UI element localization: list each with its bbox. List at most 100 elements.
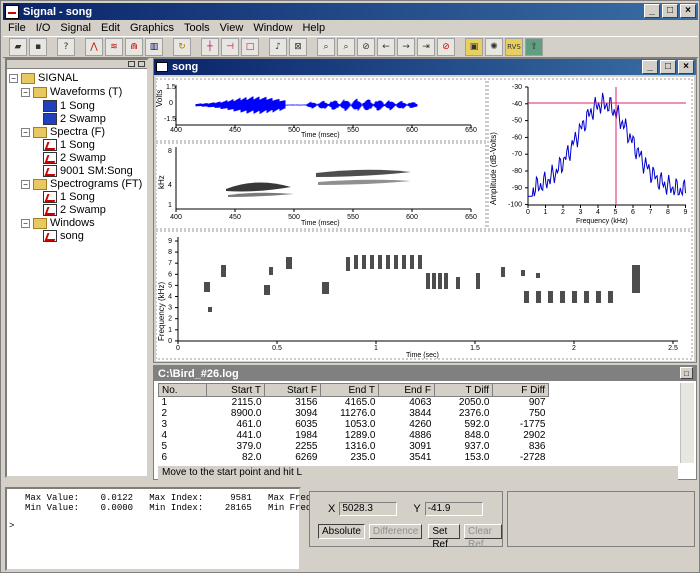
table-cell: 461.0: [236, 419, 262, 430]
table-row[interactable]: 4 441.0 1984 1289.0 4886 848.0 2902: [159, 430, 549, 441]
spectrogram-syllable: [378, 255, 382, 269]
tree-spectrum-9001[interactable]: 9001 SM:Song: [43, 165, 133, 177]
sg-small-xtick: 500: [288, 214, 300, 221]
console-prompt[interactable]: >: [9, 521, 14, 531]
close-button[interactable]: ×: [680, 4, 696, 18]
tree-spectrogram-1[interactable]: 1 Song: [43, 191, 95, 203]
export-icon[interactable]: ⇪: [525, 38, 543, 56]
x-value-field[interactable]: 5028.3: [339, 502, 398, 516]
minimize-button[interactable]: _: [644, 4, 660, 18]
open-icon[interactable]: ▰: [9, 38, 27, 56]
tree-minimize-icon[interactable]: [128, 61, 135, 67]
no-cursor-icon[interactable]: ⊘: [437, 38, 455, 56]
multi-plot-icon[interactable]: ⋒: [125, 38, 143, 56]
waveform-plot[interactable]: Volts 1.5 0 -1.5 400 450 500 550 600 650 Time…: [155, 78, 487, 142]
title-bar: Signal - song _ □ ×: [3, 3, 698, 20]
spectrogram-syllable: [386, 255, 390, 269]
menu-graphics[interactable]: Graphics: [125, 22, 179, 34]
table-row[interactable]: 5 379.0 2255 1316.0 3091 937.0 836: [159, 441, 549, 452]
menu-file[interactable]: File: [3, 22, 31, 34]
save-icon[interactable]: ▪: [29, 38, 47, 56]
zoom-in-icon[interactable]: ⌕: [317, 38, 335, 56]
song-close-button[interactable]: ×: [678, 60, 694, 74]
y-label: Y: [413, 503, 421, 515]
maximize-button[interactable]: □: [662, 4, 678, 18]
absolute-button[interactable]: Absolute: [318, 524, 365, 539]
sg-large-xtick: 0.5: [272, 345, 282, 352]
table-row[interactable]: 1 2115.0 3156 4165.0 4063 2050.0 907: [159, 397, 549, 408]
tree-waveform-1[interactable]: 1 Song: [43, 100, 95, 112]
refresh-icon[interactable]: ↻: [173, 38, 191, 56]
zoom-reset-icon[interactable]: ⊘: [357, 38, 375, 56]
tree-spectra[interactable]: − Spectra (F): [21, 126, 105, 138]
clear-ref-button[interactable]: Clear Ref: [464, 524, 502, 550]
menu-view[interactable]: View: [215, 22, 249, 34]
menu-window[interactable]: Window: [248, 22, 297, 34]
spectrum-plot[interactable]: Amplitude (dB-Volts) -30 -40 -50 -60 -70 -80 -…: [487, 78, 693, 230]
tree-window-song[interactable]: song: [43, 230, 84, 242]
log-scrollbar[interactable]: [680, 383, 694, 463]
tree-waveform-2[interactable]: 2 Swamp: [43, 113, 106, 125]
tree-spectrum-1[interactable]: 1 Song: [43, 139, 95, 151]
menu-help[interactable]: Help: [297, 22, 330, 34]
spectrogram-plot-icon[interactable]: ▥: [145, 38, 163, 56]
plots-canvas[interactable]: Volts 1.5 0 -1.5 400 450 500 550 600 650 Time…: [155, 77, 694, 361]
sg-large-ytick: 6: [168, 271, 172, 278]
menu-bar: File I/O Signal Edit Graphics Tools View…: [3, 20, 698, 35]
tree-spectrograms[interactable]: − Spectrograms (FT): [21, 178, 142, 190]
song-maximize-button[interactable]: □: [660, 60, 676, 74]
sg-large-ytick: 4: [168, 294, 172, 301]
spectrum-ytick: -30: [512, 84, 522, 91]
waveform-plot-icon[interactable]: ⋀: [85, 38, 103, 56]
spectrum-ytick: -70: [512, 151, 522, 158]
difference-button[interactable]: Difference: [368, 524, 423, 539]
tree-windows[interactable]: − Windows: [21, 217, 95, 229]
tree-root[interactable]: − SIGNAL: [9, 72, 78, 84]
large-spectrogram-plot[interactable]: Frequency (kHz) 9876543210 0 0.5 1 1.5 2 2.5 …: [155, 230, 693, 360]
column-header[interactable]: Start F: [264, 383, 321, 397]
column-header[interactable]: End F: [378, 383, 435, 397]
span-cursor-icon[interactable]: ⊣: [221, 38, 239, 56]
table-row[interactable]: 6 82.0 6269 235.0 3541 153.0 -2728: [159, 452, 549, 463]
column-header[interactable]: No.: [158, 383, 207, 397]
column-header[interactable]: End T: [320, 383, 379, 397]
column-header[interactable]: T Diff: [434, 383, 493, 397]
tree-close-icon[interactable]: [138, 61, 145, 67]
table-cell: 907: [528, 397, 546, 408]
tree-spectrum-2[interactable]: 2 Swamp: [43, 152, 106, 164]
small-spectrogram-plot[interactable]: kHz 8 4 1 400 450 500 550 600 650 Time (msec): [155, 142, 487, 230]
help-icon[interactable]: ?: [57, 38, 75, 56]
waveform-xtick: 400: [170, 127, 182, 134]
cursor-icon[interactable]: ┼: [201, 38, 219, 56]
sg-small-xtick: 600: [406, 214, 418, 221]
console-output[interactable]: Max Value: 0.0122 Max Index: 9581 Max Fr…: [5, 487, 333, 571]
stop-sound-icon[interactable]: ⊠: [289, 38, 307, 56]
zoom-out-icon[interactable]: ⌕: [337, 38, 355, 56]
set-ref-button[interactable]: Set Ref: [428, 524, 461, 550]
menu-signal[interactable]: Signal: [55, 22, 96, 34]
spectrum-plot-icon[interactable]: ≋: [105, 38, 123, 56]
table-row[interactable]: 3 461.0 6035 1053.0 4260 592.0 -1775: [159, 419, 549, 430]
menu-io[interactable]: I/O: [31, 22, 56, 34]
table-cell: -1775: [519, 419, 546, 430]
reverse-icon[interactable]: RVS: [505, 38, 523, 56]
image-icon[interactable]: ▣: [465, 38, 483, 56]
tree-spectrogram-2[interactable]: 2 Swamp: [43, 204, 106, 216]
select-box-icon[interactable]: □: [241, 38, 259, 56]
column-header[interactable]: F Diff: [492, 383, 549, 397]
forward-icon[interactable]: →: [397, 38, 415, 56]
menu-tools[interactable]: Tools: [179, 22, 215, 34]
menu-edit[interactable]: Edit: [96, 22, 125, 34]
log-minimize-button[interactable]: □: [680, 367, 693, 379]
expand-icon[interactable]: ⇥: [417, 38, 435, 56]
app-window: Signal - song _ □ × File I/O Signal Edit…: [0, 0, 700, 573]
song-minimize-button[interactable]: _: [642, 60, 658, 74]
tree-waveforms[interactable]: − Waveforms (T): [21, 86, 122, 98]
play-sound-icon[interactable]: ♪: [269, 38, 287, 56]
settings-icon[interactable]: ✺: [485, 38, 503, 56]
back-icon[interactable]: ←: [377, 38, 395, 56]
table-row[interactable]: 2 8900.0 3094 11276.0 3844 2376.0 750: [159, 408, 549, 419]
column-header[interactable]: Start T: [206, 383, 265, 397]
spectrogram-icon: [43, 191, 57, 203]
y-value-field[interactable]: -41.9: [424, 502, 483, 516]
